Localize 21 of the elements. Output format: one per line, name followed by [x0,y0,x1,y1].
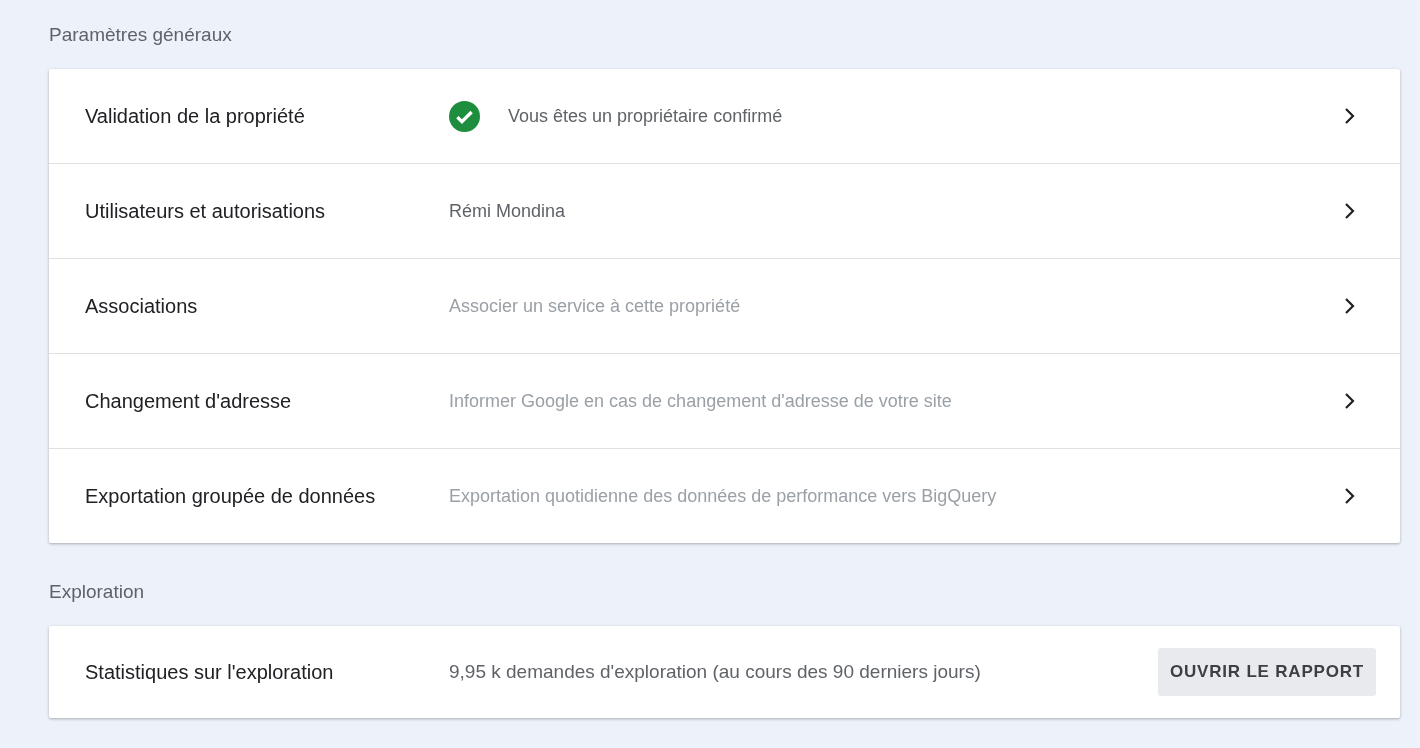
chevron-right-icon[interactable] [1344,297,1356,315]
chevron-right-icon[interactable] [1344,107,1356,125]
open-report-button[interactable]: OUVRIR LE RAPPORT [1158,648,1376,696]
chevron-right-icon[interactable] [1344,202,1356,220]
setting-value: Informer Google en cas de changement d'adresse de votre site [449,390,952,412]
chevron-right-icon[interactable] [1344,392,1356,410]
section-title: Paramètres généraux [49,23,233,47]
setting-value: Rémi Mondina [449,200,566,222]
setting-label: Utilisateurs et autorisations [85,199,327,223]
setting-value: Vous êtes un propriétaire confirmé [508,105,783,127]
section-title: Exploration [49,580,146,604]
setting-label: Validation de la propriété [85,104,306,128]
setting-value: Associer un service à cette propriété [449,295,741,317]
setting-value: 9,95 k demandes d'exploration (au cours des 90 derniers jours) [449,661,981,683]
chevron-right-icon[interactable] [1344,487,1356,505]
setting-label: Changement d'adresse [85,389,293,413]
check-circle-icon [449,100,480,132]
setting-value: Exportation quotidienne des données de performance vers BigQuery [449,485,997,507]
setting-label: Statistiques sur l'exploration [85,660,335,684]
setting-label: Exportation groupée de données [85,484,377,508]
setting-label: Associations [85,294,199,318]
